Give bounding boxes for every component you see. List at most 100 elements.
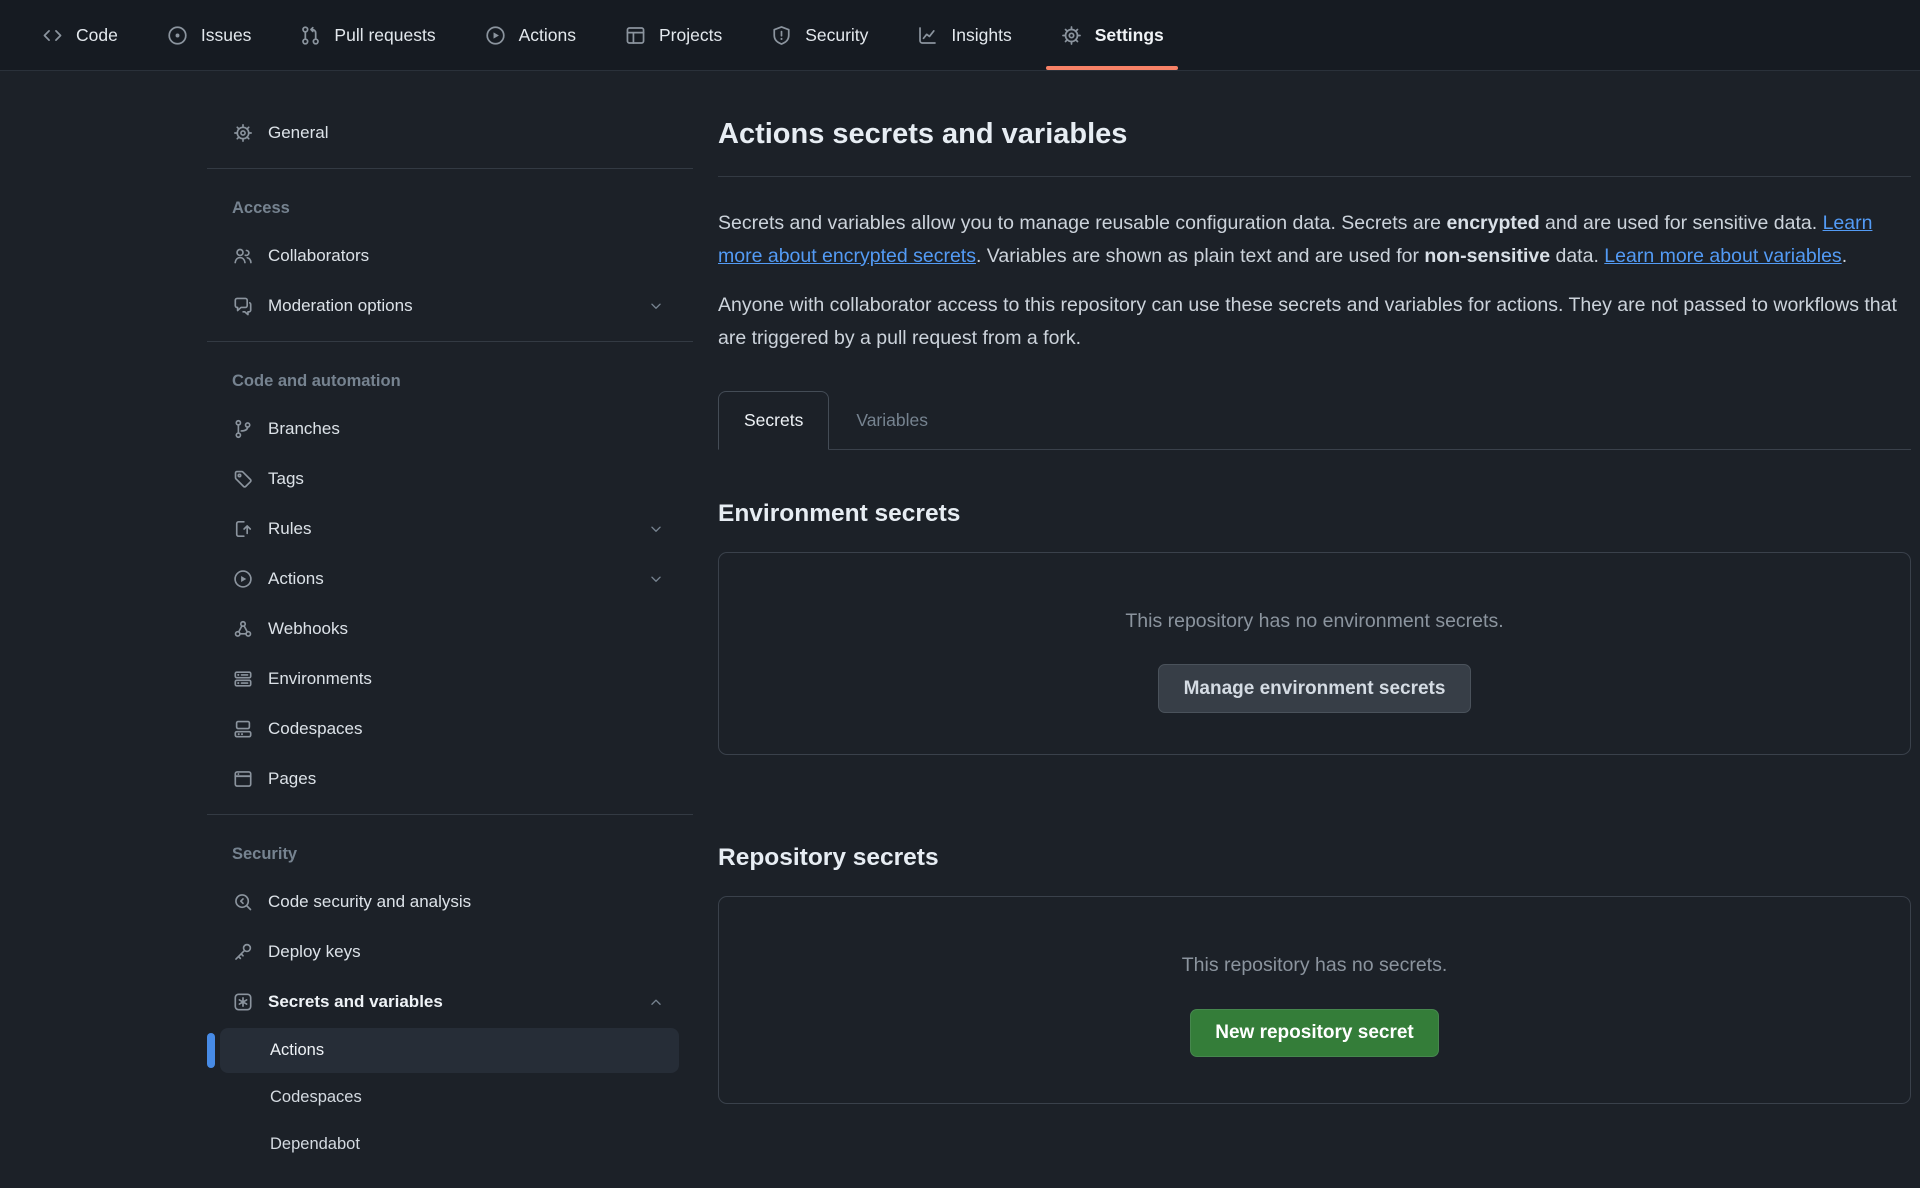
sidebar-item-tags[interactable]: Tags [207, 454, 693, 504]
link-variables[interactable]: Learn more about variables [1604, 245, 1841, 267]
people-icon [232, 245, 254, 267]
shield-icon [770, 24, 793, 47]
sidebar-item-deploy-keys[interactable]: Deploy keys [207, 927, 693, 977]
browser-icon [232, 768, 254, 790]
codespaces-icon [232, 718, 254, 740]
tab-label: Variables [856, 410, 928, 431]
environment-secrets-box: This repository has no environment secre… [718, 552, 1911, 755]
nav-tab-issues[interactable]: Issues [162, 0, 256, 70]
sidebar-divider [207, 814, 693, 815]
intro-text: Secrets and variables allow you to manag… [718, 212, 1446, 234]
repository-secrets-heading: Repository secrets [718, 842, 1911, 873]
tag-icon [232, 468, 254, 490]
sidebar-subitem-actions[interactable]: Actions [207, 1027, 693, 1074]
nav-tab-label: Projects [659, 25, 722, 46]
sidebar-section-code-automation: Code and automation [207, 366, 693, 396]
manage-environment-secrets-button[interactable]: Manage environment secrets [1158, 664, 1472, 713]
sidebar-item-label: Environments [268, 669, 372, 689]
sidebar-item-webhooks[interactable]: Webhooks [207, 604, 693, 654]
sidebar-section-security: Security [207, 839, 693, 869]
rules-icon [232, 518, 254, 540]
chevron-down-icon [647, 297, 665, 315]
sidebar-item-moderation-options[interactable]: Moderation options [207, 281, 693, 331]
collaborator-access-paragraph: Anyone with collaborator access to this … [718, 289, 1911, 354]
page-title: Actions secrets and variables [718, 116, 1911, 177]
sidebar-item-label: Secrets and variables [268, 992, 443, 1012]
intro-paragraph: Secrets and variables allow you to manag… [718, 207, 1911, 272]
nav-tab-security[interactable]: Security [766, 0, 872, 70]
nav-tab-projects[interactable]: Projects [620, 0, 726, 70]
repo-nav: Code Issues Pull requests Actions Projec… [0, 0, 1920, 71]
sidebar-item-label: Branches [268, 419, 340, 439]
sidebar-item-label: Rules [268, 519, 311, 539]
sidebar-item-label: Collaborators [268, 246, 369, 266]
intro-text: data. [1550, 245, 1604, 267]
secrets-variables-tabnav: Secrets Variables [718, 391, 1911, 450]
sidebar-item-label: Moderation options [268, 296, 413, 316]
comment-discussion-icon [232, 295, 254, 317]
environment-secrets-heading: Environment secrets [718, 498, 1911, 529]
environment-empty-message: This repository has no environment secre… [1125, 609, 1503, 633]
tab-secrets[interactable]: Secrets [718, 391, 829, 450]
tab-variables[interactable]: Variables [829, 391, 955, 450]
nav-tab-label: Code [76, 25, 118, 46]
sidebar-item-label: Webhooks [268, 619, 348, 639]
nav-tab-label: Insights [951, 25, 1011, 46]
sidebar-item-actions[interactable]: Actions [207, 554, 693, 604]
sidebar-item-secrets-and-variables[interactable]: Secrets and variables [207, 977, 693, 1027]
webhook-icon [232, 618, 254, 640]
sidebar-subitem-codespaces[interactable]: Codespaces [207, 1074, 693, 1121]
server-icon [232, 668, 254, 690]
settings-sidebar: General Access Collaborators Moderation … [207, 72, 693, 1168]
sidebar-item-code-security[interactable]: Code security and analysis [207, 877, 693, 927]
sidebar-item-rules[interactable]: Rules [207, 504, 693, 554]
main-content: Actions secrets and variables Secrets an… [718, 72, 1911, 1104]
sidebar-item-label: Deploy keys [268, 942, 361, 962]
asterisk-box-icon [232, 991, 254, 1013]
nav-tab-label: Actions [519, 25, 576, 46]
sidebar-item-environments[interactable]: Environments [207, 654, 693, 704]
sidebar-item-label: Actions [268, 569, 324, 589]
sidebar-item-general[interactable]: General [207, 108, 693, 158]
sidebar-item-label: Tags [268, 469, 304, 489]
sidebar-divider [207, 168, 693, 169]
pull-request-icon [299, 24, 322, 47]
graph-icon [916, 24, 939, 47]
sidebar-item-codespaces[interactable]: Codespaces [207, 704, 693, 754]
nav-tab-label: Security [805, 25, 868, 46]
sidebar-item-collaborators[interactable]: Collaborators [207, 231, 693, 281]
intro-text: and are used for sensitive data. [1540, 212, 1823, 234]
sidebar-subitem-label: Dependabot [270, 1135, 360, 1154]
nav-tab-pull-requests[interactable]: Pull requests [295, 0, 439, 70]
nav-tab-actions[interactable]: Actions [480, 0, 580, 70]
play-circle-icon [484, 24, 507, 47]
intro-bold-non-sensitive: non-sensitive [1424, 245, 1550, 267]
intro-text: . [1842, 245, 1847, 267]
sidebar-section-access: Access [207, 193, 693, 223]
nav-tab-insights[interactable]: Insights [912, 0, 1015, 70]
new-repository-secret-button[interactable]: New repository secret [1190, 1009, 1439, 1057]
key-icon [232, 941, 254, 963]
nav-tab-label: Pull requests [334, 25, 435, 46]
sidebar-divider [207, 341, 693, 342]
sidebar-item-label: Code security and analysis [268, 892, 471, 912]
sidebar-item-label: Pages [268, 769, 316, 789]
chevron-up-icon [647, 993, 665, 1011]
intro-text: . Variables are shown as plain text and … [976, 245, 1424, 267]
repository-empty-message: This repository has no secrets. [1182, 953, 1448, 977]
tab-label: Secrets [744, 410, 803, 431]
sidebar-subitem-dependabot[interactable]: Dependabot [207, 1121, 693, 1168]
nav-tab-label: Issues [201, 25, 252, 46]
issue-opened-icon [166, 24, 189, 47]
nav-tab-settings[interactable]: Settings [1056, 0, 1168, 70]
table-icon [624, 24, 647, 47]
codescan-icon [232, 891, 254, 913]
nav-tab-code[interactable]: Code [37, 0, 122, 70]
chevron-down-icon [647, 520, 665, 538]
sidebar-item-branches[interactable]: Branches [207, 404, 693, 454]
chevron-down-icon [647, 570, 665, 588]
sidebar-item-pages[interactable]: Pages [207, 754, 693, 804]
play-circle-icon [232, 568, 254, 590]
sidebar-subitem-label: Codespaces [270, 1088, 362, 1107]
repository-secrets-box: This repository has no secrets. New repo… [718, 896, 1911, 1104]
